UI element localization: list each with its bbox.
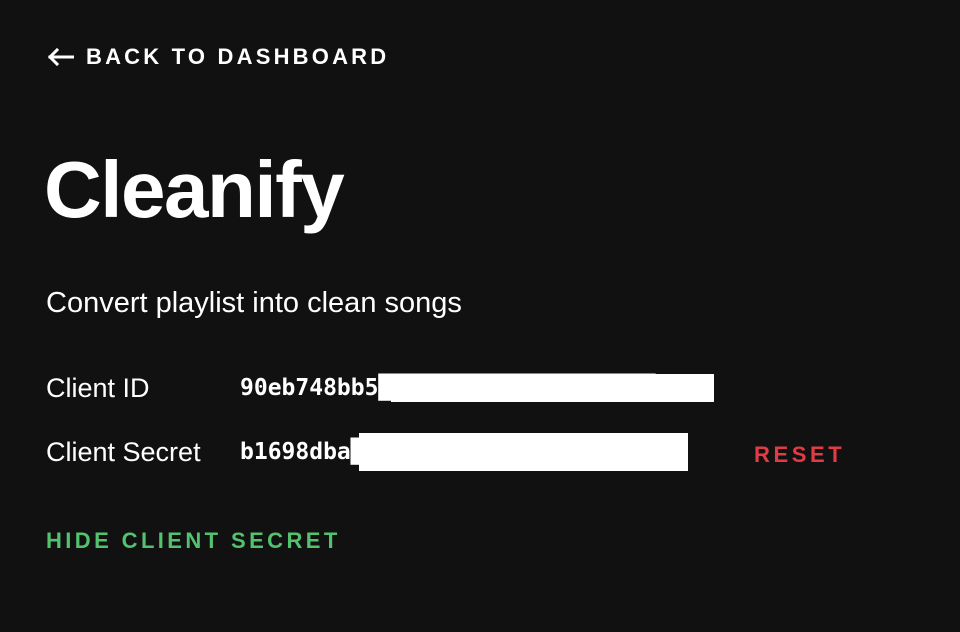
- back-to-dashboard-link[interactable]: BACK TO DASHBOARD: [46, 42, 389, 72]
- client-secret-redaction: [359, 433, 688, 471]
- client-id-value-container: 90eb748bb5████████████████████e4: [240, 370, 714, 406]
- app-title: Cleanify: [44, 145, 345, 234]
- client-id-row: Client ID 90eb748bb5████████████████████…: [46, 370, 714, 406]
- back-to-dashboard-label: BACK TO DASHBOARD: [86, 44, 390, 69]
- app-description: Convert playlist into clean songs: [46, 287, 462, 319]
- client-secret-value-container: b1698dba████████████████████b08: [240, 433, 688, 471]
- client-secret-label: Client Secret: [46, 437, 201, 467]
- client-id-label: Client ID: [46, 373, 150, 403]
- client-secret-row: Client Secret b1698dba██████████████████…: [46, 433, 688, 471]
- reset-secret-button[interactable]: RESET: [754, 438, 845, 472]
- client-id-redaction: [391, 374, 714, 402]
- hide-client-secret-button[interactable]: HIDE CLIENT SECRET: [46, 524, 341, 558]
- arrow-left-icon: [47, 48, 74, 66]
